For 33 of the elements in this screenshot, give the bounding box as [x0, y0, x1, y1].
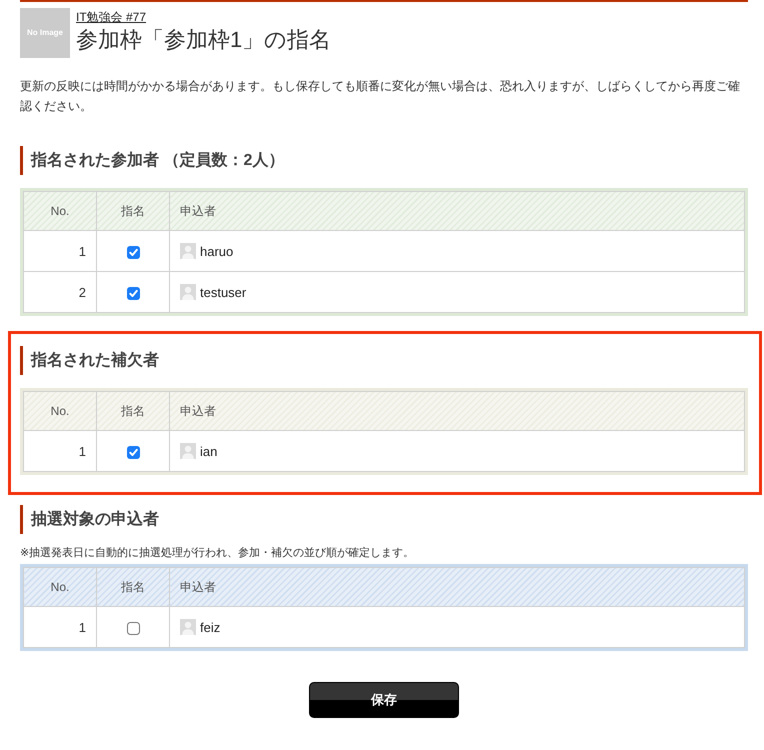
column-header: 申込者 — [170, 192, 744, 230]
save-button[interactable]: 保存 — [309, 682, 459, 718]
section-note: ※抽選発表日に自動的に抽選処理が行われ、参加・補欠の並び順が確定します。 — [20, 546, 416, 561]
checkbox[interactable] — [126, 446, 140, 459]
row-number: 2 — [24, 272, 96, 312]
row-number: 1 — [24, 230, 96, 272]
column-header: 指名 — [96, 568, 170, 606]
column-header: 指名 — [96, 392, 170, 430]
row-number: 1 — [24, 430, 96, 472]
applicant-name: ian — [200, 444, 218, 458]
checkbox[interactable] — [126, 622, 140, 635]
column-header: 申込者 — [170, 392, 744, 430]
notice-text: 更新の反映には時間がかかる場合があります。もし保存しても順番に変化が無い場合は、恐れ入りますが、しばらくしてから再度ご確認ください。 — [20, 78, 741, 115]
page-title: 参加枠「参加枠1」の指名 — [76, 26, 332, 54]
checkbox[interactable] — [126, 246, 140, 259]
section-heading: 抽選対象の申込者 — [20, 505, 748, 534]
column-header: No. — [24, 192, 96, 230]
applicant-name: haruo — [200, 244, 234, 258]
checkbox[interactable] — [126, 286, 140, 300]
column-header: 指名 — [96, 192, 170, 230]
avatar-icon — [180, 443, 196, 459]
section-heading: 指名された参加者 （定員数：2人） — [20, 146, 748, 175]
row-number: 1 — [24, 606, 96, 648]
avatar-icon — [180, 243, 196, 259]
column-header: 申込者 — [170, 568, 744, 606]
column-header: No. — [24, 392, 96, 430]
column-header: No. — [24, 568, 96, 606]
applicant-name: feiz — [200, 620, 220, 634]
avatar-icon — [180, 284, 196, 300]
avatar-icon — [180, 619, 196, 635]
applicant-name: testuser — [200, 284, 246, 300]
event-link[interactable]: IT勉強会 #77 — [76, 9, 146, 25]
section-heading: 指名された補欠者 — [20, 346, 748, 375]
